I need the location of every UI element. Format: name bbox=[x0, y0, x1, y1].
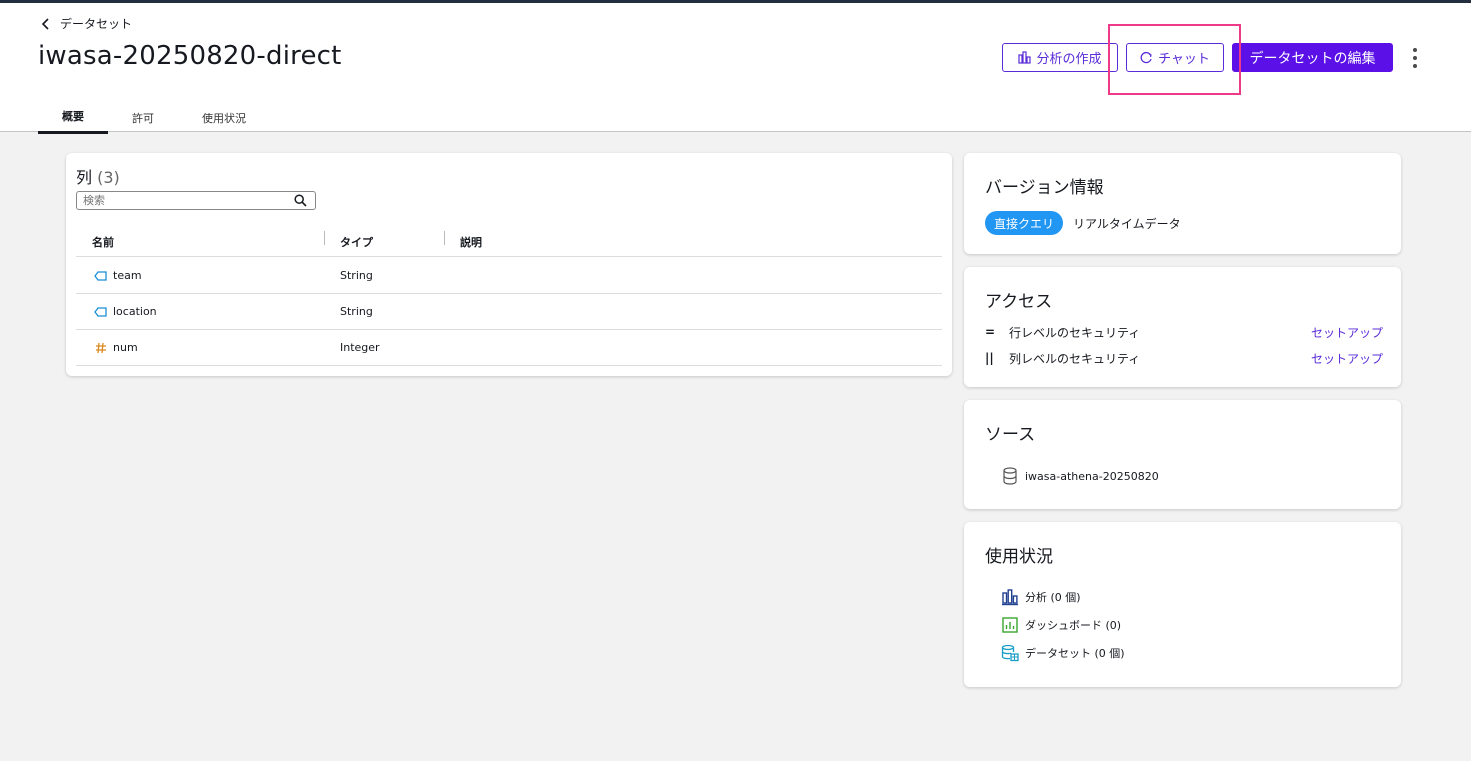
page-header: データセット iwasa-20250820-direct 分析の作成 チャット … bbox=[0, 3, 1471, 134]
row-security-icon: = bbox=[985, 325, 996, 339]
direct-query-badge: 直接クエリ bbox=[985, 211, 1064, 235]
columns-title-text: 列 bbox=[76, 168, 93, 187]
usage-card: 使用状況 分析 (0 個) ダッシュボード (0) データセット (0 個) bbox=[964, 522, 1401, 687]
source-item: iwasa-athena-20250820 bbox=[1002, 467, 1159, 485]
header-description[interactable]: 説明 bbox=[460, 234, 482, 250]
table-row: num Integer bbox=[76, 330, 942, 366]
row-name: team bbox=[113, 269, 142, 282]
row-name-cell: team bbox=[94, 269, 142, 282]
row-name: location bbox=[113, 305, 157, 318]
chevron-left-icon bbox=[41, 17, 49, 30]
columns-card: 列 (3) 名前 タイプ 説明 team String location Str… bbox=[66, 153, 952, 376]
version-description: リアルタイムデータ bbox=[1073, 217, 1181, 231]
usage-analysis-label: 分析 (0 個) bbox=[1025, 591, 1081, 604]
source-title: ソース bbox=[985, 425, 1036, 445]
header-type[interactable]: タイプ bbox=[340, 234, 373, 250]
tab-permissions[interactable]: 許可 bbox=[108, 101, 178, 134]
page-title: iwasa-20250820-direct bbox=[38, 41, 342, 71]
access-title: アクセス bbox=[985, 292, 1053, 312]
dataset-icon bbox=[1001, 644, 1019, 662]
more-options-icon[interactable] bbox=[1406, 43, 1424, 73]
columns-title: 列 (3) bbox=[76, 164, 120, 188]
source-name: iwasa-athena-20250820 bbox=[1025, 469, 1159, 483]
row-security-row: = 行レベルのセキュリティ セットアップ bbox=[985, 323, 1383, 341]
source-card: ソース iwasa-athena-20250820 bbox=[964, 400, 1401, 509]
row-security-setup-link[interactable]: セットアップ bbox=[1311, 324, 1383, 341]
string-tag-icon bbox=[94, 306, 107, 317]
version-title: バージョン情報 bbox=[985, 178, 1104, 198]
hash-icon bbox=[96, 342, 106, 353]
database-icon bbox=[1003, 467, 1017, 485]
table-header: 名前 タイプ 説明 bbox=[76, 225, 942, 257]
row-type: String bbox=[340, 269, 373, 282]
columns-count: (3) bbox=[97, 168, 120, 187]
column-security-setup-link[interactable]: セットアップ bbox=[1311, 350, 1383, 367]
column-security-label: 列レベルのセキュリティ bbox=[1009, 351, 1141, 366]
analysis-icon bbox=[1018, 51, 1032, 64]
create-analysis-button[interactable]: 分析の作成 bbox=[1002, 43, 1118, 72]
back-link[interactable]: データセット bbox=[40, 15, 132, 32]
dashboard-icon bbox=[1002, 617, 1018, 633]
row-security-label: 行レベルのセキュリティ bbox=[1009, 325, 1141, 340]
tab-usage[interactable]: 使用状況 bbox=[178, 101, 270, 134]
row-type: String bbox=[340, 305, 373, 318]
edit-dataset-button[interactable]: データセットの編集 bbox=[1232, 43, 1393, 72]
tab-overview[interactable]: 概要 bbox=[38, 101, 108, 134]
row-name: num bbox=[113, 341, 138, 354]
table-row: location String bbox=[76, 294, 942, 330]
column-divider[interactable] bbox=[444, 231, 445, 245]
highlight-box bbox=[1108, 24, 1241, 95]
column-search bbox=[76, 191, 316, 210]
usage-title: 使用状況 bbox=[985, 547, 1053, 567]
analysis-icon bbox=[1002, 589, 1018, 606]
usage-dataset-label: データセット (0 個) bbox=[1025, 647, 1125, 660]
create-analysis-label: 分析の作成 bbox=[1036, 52, 1102, 67]
tab-bar: 概要 許可 使用状況 bbox=[38, 101, 270, 134]
back-label: データセット bbox=[60, 17, 133, 31]
column-divider[interactable] bbox=[324, 231, 325, 245]
access-card: アクセス = 行レベルのセキュリティ セットアップ || 列レベルのセキュリティ… bbox=[964, 267, 1401, 387]
usage-dataset-item: データセット (0 個) bbox=[1001, 644, 1125, 662]
row-type: Integer bbox=[340, 341, 380, 354]
usage-dashboard-label: ダッシュボード (0) bbox=[1025, 619, 1122, 632]
usage-analysis-item: 分析 (0 個) bbox=[1001, 588, 1081, 606]
search-icon[interactable] bbox=[294, 194, 307, 207]
table-row: team String bbox=[76, 258, 942, 294]
string-tag-icon bbox=[94, 270, 107, 281]
row-name-cell: num bbox=[94, 341, 138, 354]
edit-dataset-label: データセットの編集 bbox=[1249, 50, 1376, 67]
version-card: バージョン情報 直接クエリ リアルタイムデータ bbox=[964, 153, 1401, 254]
header-name[interactable]: 名前 bbox=[92, 234, 114, 250]
column-security-row: || 列レベルのセキュリティ セットアップ bbox=[985, 349, 1383, 367]
usage-dashboard-item: ダッシュボード (0) bbox=[1001, 616, 1121, 634]
row-name-cell: location bbox=[94, 305, 157, 318]
column-search-input[interactable] bbox=[83, 194, 283, 207]
column-security-icon: || bbox=[985, 351, 994, 365]
